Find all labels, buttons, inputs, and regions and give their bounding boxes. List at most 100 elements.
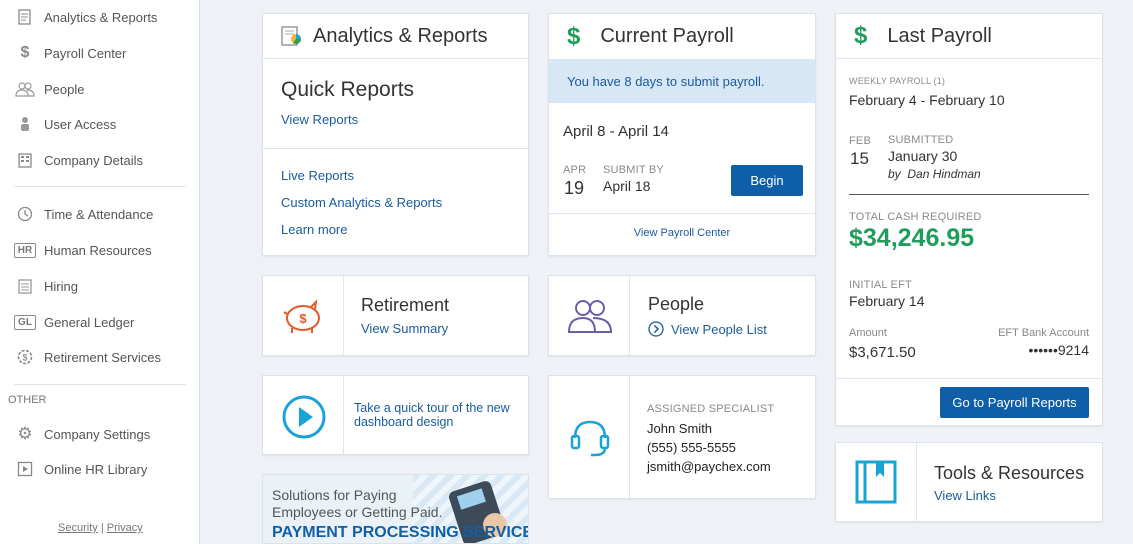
sidebar-item-label: Retirement Services [44, 349, 162, 365]
banner-line-1: Solutions for Paying [272, 487, 397, 503]
sidebar-item-label: Payroll Center [44, 45, 127, 61]
sidebar-item-general-ledger[interactable]: GL General Ledger [14, 311, 134, 333]
sidebar-item-label: Time & Attendance [44, 206, 154, 222]
sidebar-footer: Security | Privacy [58, 522, 143, 534]
live-reports-link[interactable]: Live Reports [281, 168, 354, 183]
analytics-reports-card: Analytics & Reports Quick Reports View R… [262, 13, 529, 256]
view-reports-link[interactable]: View Reports [281, 112, 358, 127]
clock-icon [14, 205, 36, 223]
sidebar-item-user-access[interactable]: User Access [14, 113, 116, 135]
sidebar-item-online-hr-library[interactable]: Online HR Library [14, 458, 147, 480]
begin-button[interactable]: Begin [731, 165, 803, 196]
specialist-email[interactable]: jsmith@paychex.com [647, 459, 771, 474]
tile-divider [629, 376, 630, 498]
view-people-list-link[interactable]: View People List [671, 322, 767, 337]
date-day: 19 [564, 178, 585, 198]
retirement-tile[interactable]: $ Retirement View Summary [262, 275, 529, 356]
sidebar-divider [14, 384, 186, 385]
eft-amount: $3,671.50 [849, 344, 916, 361]
building-icon [14, 151, 36, 169]
privacy-link[interactable]: Privacy [107, 522, 143, 534]
piggy-bank-icon: $ [281, 296, 327, 341]
user-access-icon [14, 115, 36, 133]
payment-processing-banner[interactable]: Solutions for Paying Employees or Gettin… [262, 474, 529, 544]
dollar-icon: $ [20, 44, 30, 61]
submitted-label: SUBMITTED [888, 134, 954, 146]
card-divider [263, 148, 528, 149]
tour-tile[interactable]: Take a quick tour of the new dashboard d… [262, 375, 529, 455]
eft-account-number: ••••••9214 [1028, 342, 1089, 358]
weekly-payroll-label: WEEKLY PAYROLL (1) [849, 76, 946, 86]
eft-account-label: EFT Bank Account [998, 327, 1089, 339]
last-payroll-period: February 4 - February 10 [849, 92, 1005, 108]
initial-eft-label: INITIAL EFT [849, 279, 912, 291]
sidebar-item-label: Company Settings [44, 426, 151, 442]
view-people-list[interactable]: View People List [648, 321, 767, 337]
card-divider [549, 213, 815, 214]
dollar-icon: $ [567, 22, 581, 50]
hr-icon: HR [14, 242, 36, 258]
sidebar-item-hiring[interactable]: Hiring [14, 275, 78, 297]
security-link[interactable]: Security [58, 522, 98, 534]
specialist-phone: (555) 555-5555 [647, 440, 736, 455]
banner-headline: PAYMENT PROCESSING SERVICES [272, 524, 529, 541]
submit-by-label: SUBMIT BY [603, 164, 664, 176]
card-header: $ Last Payroll [836, 14, 1102, 59]
tools-resources-tile[interactable]: Tools & Resources View Links [835, 442, 1103, 522]
sidebar-other-heading: OTHER [8, 394, 47, 406]
sidebar-divider [14, 186, 186, 187]
view-summary-link[interactable]: View Summary [361, 321, 448, 336]
payroll-notice: You have 8 days to submit payroll. [549, 59, 815, 103]
tile-divider [629, 276, 630, 355]
sidebar-item-analytics[interactable]: Analytics & Reports [14, 6, 157, 28]
sidebar-item-retirement-services[interactable]: $ Retirement Services [14, 346, 161, 368]
play-icon [14, 460, 36, 478]
date-month: FEB [849, 135, 871, 147]
dollar-icon: $ [854, 22, 868, 49]
people-icon [567, 296, 613, 341]
people-tile[interactable]: People View People List [548, 275, 816, 356]
learn-more-link[interactable]: Learn more [281, 222, 347, 237]
initial-eft-date: February 14 [849, 293, 925, 309]
quick-tour-link[interactable]: Take a quick tour of the new dashboard d… [354, 401, 524, 429]
sidebar-item-label: People [44, 81, 85, 97]
tile-divider [916, 443, 917, 521]
retirement-title: Retirement [361, 295, 450, 315]
go-to-payroll-reports-button[interactable]: Go to Payroll Reports [940, 387, 1089, 418]
date-month: APR [563, 164, 587, 176]
view-payroll-center-link[interactable]: View Payroll Center [549, 227, 815, 239]
custom-analytics-link[interactable]: Custom Analytics & Reports [281, 195, 442, 210]
sidebar-item-label: Analytics & Reports [44, 9, 158, 25]
card-header: Analytics & Reports [263, 14, 528, 59]
tile-divider [343, 276, 344, 355]
card-divider [849, 194, 1089, 195]
sidebar-item-payroll-center[interactable]: $ Payroll Center [14, 42, 127, 64]
view-links-link[interactable]: View Links [934, 488, 996, 503]
sidebar-item-label: User Access [44, 116, 117, 132]
clipboard-icon [14, 277, 36, 295]
sidebar: Analytics & Reports $ Payroll Center Peo… [0, 0, 200, 544]
sidebar-item-human-resources[interactable]: HR Human Resources [14, 239, 152, 261]
sidebar-item-label: Human Resources [44, 242, 152, 258]
book-icon [854, 459, 898, 510]
submitted-by-name: Dan Hindman [907, 167, 981, 181]
svg-text:$: $ [299, 311, 307, 326]
gear-icon: ⚙ [17, 424, 33, 443]
card-title: Last Payroll [887, 24, 992, 47]
tools-title: Tools & Resources [934, 463, 1085, 483]
sidebar-item-company-settings[interactable]: ⚙ Company Settings [14, 423, 150, 445]
date-day: 15 [850, 149, 869, 168]
payroll-period: April 8 - April 14 [563, 123, 669, 140]
total-cash-label: TOTAL CASH REQUIRED [849, 211, 982, 223]
sidebar-item-company-details[interactable]: Company Details [14, 149, 143, 171]
assigned-specialist-label: ASSIGNED SPECIALIST [647, 403, 775, 415]
total-cash-amount: $34,246.95 [849, 224, 975, 252]
card-header: $ Current Payroll [549, 14, 815, 59]
card-title: Analytics & Reports [313, 24, 488, 47]
sidebar-item-time-attendance[interactable]: Time & Attendance [14, 203, 153, 225]
svg-text:$: $ [22, 353, 27, 363]
report-icon [14, 8, 36, 26]
last-payroll-card: $ Last Payroll WEEKLY PAYROLL (1) Februa… [835, 13, 1103, 426]
sidebar-item-people[interactable]: People [14, 78, 84, 100]
submit-by-date: April 18 [603, 178, 651, 194]
